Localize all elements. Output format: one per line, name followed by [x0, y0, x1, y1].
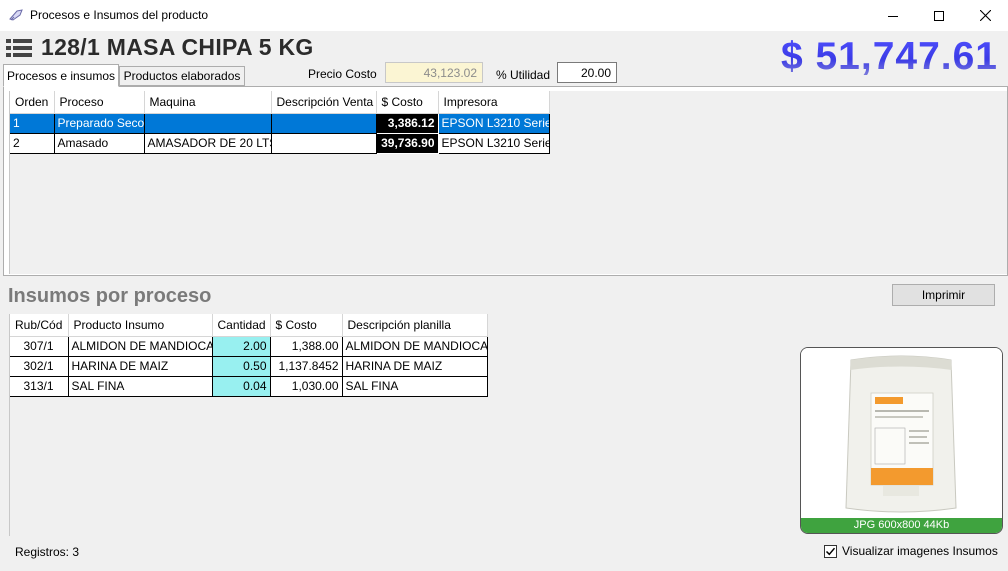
- processes-grid[interactable]: Orden Proceso Maquina Descripción Venta …: [9, 91, 1007, 274]
- window-title: Procesos e Insumos del producto: [30, 8, 209, 22]
- table-row[interactable]: 313/1 SAL FINA 0.04 1,030.00 SAL FINA: [10, 376, 488, 397]
- column-header-producto-insumo[interactable]: Producto Insumo: [68, 314, 213, 337]
- close-button[interactable]: [962, 0, 1008, 31]
- cell-description[interactable]: ALMIDON DE MANDIOCA: [342, 336, 488, 357]
- app-icon: [8, 8, 24, 22]
- table-row[interactable]: 1 Preparado Seco 3,386.12 EPSON L3210 Se…: [10, 112, 550, 134]
- margin-label: % Utilidad: [496, 68, 551, 82]
- tab-productos-elaborados[interactable]: Productos elaborados: [119, 66, 245, 86]
- image-caption: JPG 600x800 44Kb: [801, 518, 1002, 533]
- cost-label: Precio Costo: [308, 67, 377, 81]
- section-title-insumos: Insumos por proceso: [8, 285, 212, 307]
- product-bag-image: [801, 348, 1002, 520]
- maximize-button[interactable]: [916, 0, 962, 31]
- column-header-costo[interactable]: $ Costo: [270, 314, 343, 337]
- column-header-rub-cod[interactable]: Rub/Cód: [10, 314, 69, 337]
- cell-cost[interactable]: 1,388.00: [270, 336, 343, 357]
- list-icon: [6, 38, 32, 58]
- cell-maquina[interactable]: AMASADOR DE 20 LTS: [144, 133, 272, 154]
- cell-impresora[interactable]: EPSON L3210 Series: [438, 133, 550, 154]
- tab-procesos-insumos[interactable]: Procesos e insumos: [3, 64, 119, 87]
- cell-impresora[interactable]: EPSON L3210 Series: [438, 113, 550, 134]
- processes-header-row: Orden Proceso Maquina Descripción Venta …: [10, 91, 550, 114]
- cell-description[interactable]: HARINA DE MAIZ: [342, 356, 488, 377]
- minimize-icon: [888, 15, 898, 17]
- records-count: Registros: 3: [15, 545, 80, 559]
- cell-code[interactable]: 302/1: [10, 356, 69, 377]
- cell-cost[interactable]: 1,030.00: [270, 376, 343, 397]
- margin-field[interactable]: 20.00: [557, 62, 617, 83]
- show-images-checkbox[interactable]: [824, 544, 837, 558]
- supply-image-preview[interactable]: JPG 600x800 44Kb: [800, 347, 1003, 534]
- cell-quantity[interactable]: 2.00: [212, 336, 271, 357]
- column-header-maquina[interactable]: Maquina: [144, 91, 272, 114]
- cell-product[interactable]: ALMIDON DE MANDIOCA: [68, 336, 213, 357]
- minimize-button[interactable]: [870, 0, 916, 31]
- column-header-orden[interactable]: Orden: [10, 91, 55, 114]
- column-header-proceso[interactable]: Proceso: [54, 91, 145, 114]
- cell-descripcion[interactable]: [271, 113, 377, 134]
- table-row[interactable]: 307/1 ALMIDON DE MANDIOCA 2.00 1,388.00 …: [10, 336, 488, 357]
- total-price: $ 51,747.61: [780, 35, 998, 78]
- cell-code[interactable]: 313/1: [10, 376, 69, 397]
- cell-description[interactable]: SAL FINA: [342, 376, 488, 397]
- cell-descripcion[interactable]: [271, 133, 377, 154]
- cell-product[interactable]: SAL FINA: [68, 376, 213, 397]
- cell-costo[interactable]: 39,736.90: [375, 132, 439, 154]
- cell-proceso[interactable]: Amasado: [54, 133, 145, 154]
- column-header-impresora[interactable]: Impresora: [438, 91, 550, 114]
- column-header-descripcion-venta[interactable]: Descripción Venta: [271, 91, 377, 114]
- cost-field: 43,123.02: [385, 62, 483, 83]
- cell-orden[interactable]: 2: [10, 133, 55, 154]
- column-header-descripcion-planilla[interactable]: Descripción planilla: [342, 314, 488, 337]
- cell-orden[interactable]: 1: [10, 113, 55, 134]
- maximize-icon: [934, 10, 944, 21]
- table-row[interactable]: 302/1 HARINA DE MAIZ 0.50 1,137.8452 HAR…: [10, 356, 488, 377]
- table-row[interactable]: 2 Amasado AMASADOR DE 20 LTS 39,736.90 E…: [10, 132, 550, 154]
- column-header-costo[interactable]: $ Costo: [376, 91, 439, 114]
- cell-maquina[interactable]: [144, 113, 272, 134]
- print-button[interactable]: Imprimir: [892, 284, 995, 306]
- cell-quantity[interactable]: 0.04: [212, 376, 271, 397]
- cell-proceso[interactable]: Preparado Seco: [54, 113, 145, 134]
- cell-product[interactable]: HARINA DE MAIZ: [68, 356, 213, 377]
- cell-cost[interactable]: 1,137.8452: [270, 356, 343, 377]
- show-images-toggle[interactable]: Visualizar imagenes Insumos: [824, 544, 998, 558]
- column-header-cantidad[interactable]: Cantidad: [212, 314, 271, 337]
- product-title: 128/1 MASA CHIPA 5 KG: [41, 34, 314, 60]
- checkmark-icon: [825, 547, 836, 555]
- cell-quantity[interactable]: 0.50: [212, 356, 271, 377]
- cell-costo[interactable]: 3,386.12: [375, 112, 439, 134]
- cell-code[interactable]: 307/1: [10, 336, 69, 357]
- supplies-header-row: Rub/Cód Producto Insumo Cantidad $ Costo…: [10, 314, 488, 337]
- show-images-label: Visualizar imagenes Insumos: [842, 544, 998, 558]
- close-icon: [979, 10, 991, 21]
